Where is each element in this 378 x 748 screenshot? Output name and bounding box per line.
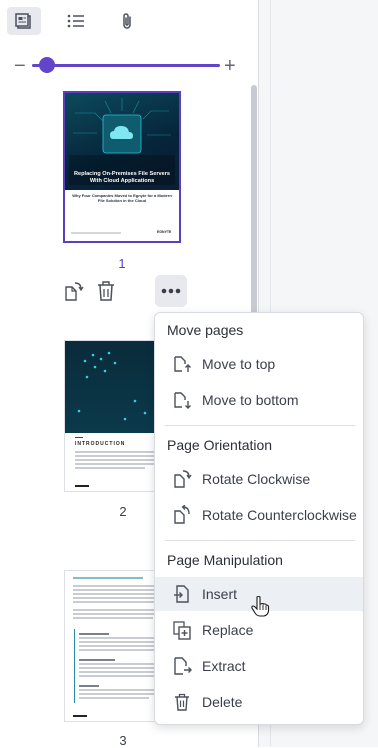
- section-page-orientation: Page Orientation: [167, 437, 273, 453]
- zoom-in-button[interactable]: +: [224, 56, 236, 76]
- replace-page-icon: [173, 621, 191, 640]
- menu-item-rotate-clockwise[interactable]: Rotate Clockwise: [155, 462, 363, 496]
- trash-icon: [98, 281, 114, 301]
- menu-divider: [165, 540, 355, 541]
- cover-subtitle: Why Four Companies Moved to Egnyte for a…: [72, 193, 172, 203]
- menu-divider: [165, 425, 355, 426]
- section-page-manipulation: Page Manipulation: [167, 552, 283, 568]
- zoom-out-button[interactable]: −: [14, 56, 26, 76]
- extract-page-icon: [174, 657, 192, 675]
- delete-page-button[interactable]: [93, 277, 119, 305]
- more-options-button[interactable]: [155, 275, 187, 307]
- menu-item-label: Move to bottom: [202, 392, 299, 408]
- page-number-3: 3: [119, 733, 127, 748]
- thumbnail-scrollbar[interactable]: [251, 85, 257, 320]
- attachments-tab[interactable]: [111, 7, 145, 35]
- menu-item-label: Replace: [202, 622, 254, 638]
- menu-item-label: Extract: [202, 658, 246, 674]
- rotate-clockwise-icon: [174, 470, 192, 488]
- rotate-page-button[interactable]: [60, 277, 86, 305]
- page-number-1: 1: [118, 256, 126, 271]
- insert-page-icon: [174, 585, 189, 603]
- paperclip-icon: [123, 13, 131, 29]
- outline-icon: [67, 14, 84, 28]
- menu-item-move-to-top[interactable]: Move to top: [155, 347, 363, 381]
- page-thumbnail-1[interactable]: Replacing On-Premises File Servers With …: [63, 91, 181, 243]
- panel-tabs: [0, 0, 258, 42]
- menu-item-delete[interactable]: Delete: [155, 685, 363, 719]
- trash-icon: [175, 693, 189, 711]
- rotate-clockwise-icon: [65, 282, 84, 301]
- menu-item-move-to-bottom[interactable]: Move to bottom: [155, 383, 363, 417]
- menu-item-replace[interactable]: Replace: [155, 613, 363, 647]
- thumbnails-tab[interactable]: [7, 7, 41, 35]
- menu-item-rotate-counterclockwise[interactable]: Rotate Counterclockwise: [155, 498, 363, 532]
- zoom-slider-handle[interactable]: [39, 57, 55, 73]
- cover-image: Replacing On-Premises File Servers With …: [65, 93, 179, 190]
- menu-item-label: Rotate Counterclockwise: [202, 507, 357, 523]
- thumbnails-icon: [15, 13, 31, 29]
- cover-title: Replacing On-Premises File Servers With …: [73, 171, 171, 184]
- menu-item-label: Insert: [202, 586, 238, 602]
- more-horizontal-icon: [161, 288, 181, 294]
- move-to-bottom-icon: [174, 392, 191, 409]
- menu-item-label: Delete: [202, 694, 243, 710]
- section-move-pages: Move pages: [167, 322, 244, 338]
- menu-item-label: Rotate Clockwise: [202, 471, 311, 487]
- menu-item-extract[interactable]: Extract: [155, 649, 363, 683]
- brand-logo: EGNYTE: [157, 230, 172, 234]
- rotate-counterclockwise-icon: [174, 505, 190, 524]
- hand-pointer-cursor-icon: [251, 595, 270, 617]
- page-2-heading: INTRODUCTION: [75, 441, 126, 447]
- move-to-top-icon: [174, 356, 191, 372]
- page-context-menu: Move pages Move to top Move to bottom Pa…: [154, 312, 364, 725]
- outline-tab[interactable]: [59, 7, 93, 35]
- page-number-2: 2: [119, 504, 127, 519]
- menu-item-label: Move to top: [202, 356, 276, 372]
- zoom-slider-track[interactable]: [32, 64, 220, 67]
